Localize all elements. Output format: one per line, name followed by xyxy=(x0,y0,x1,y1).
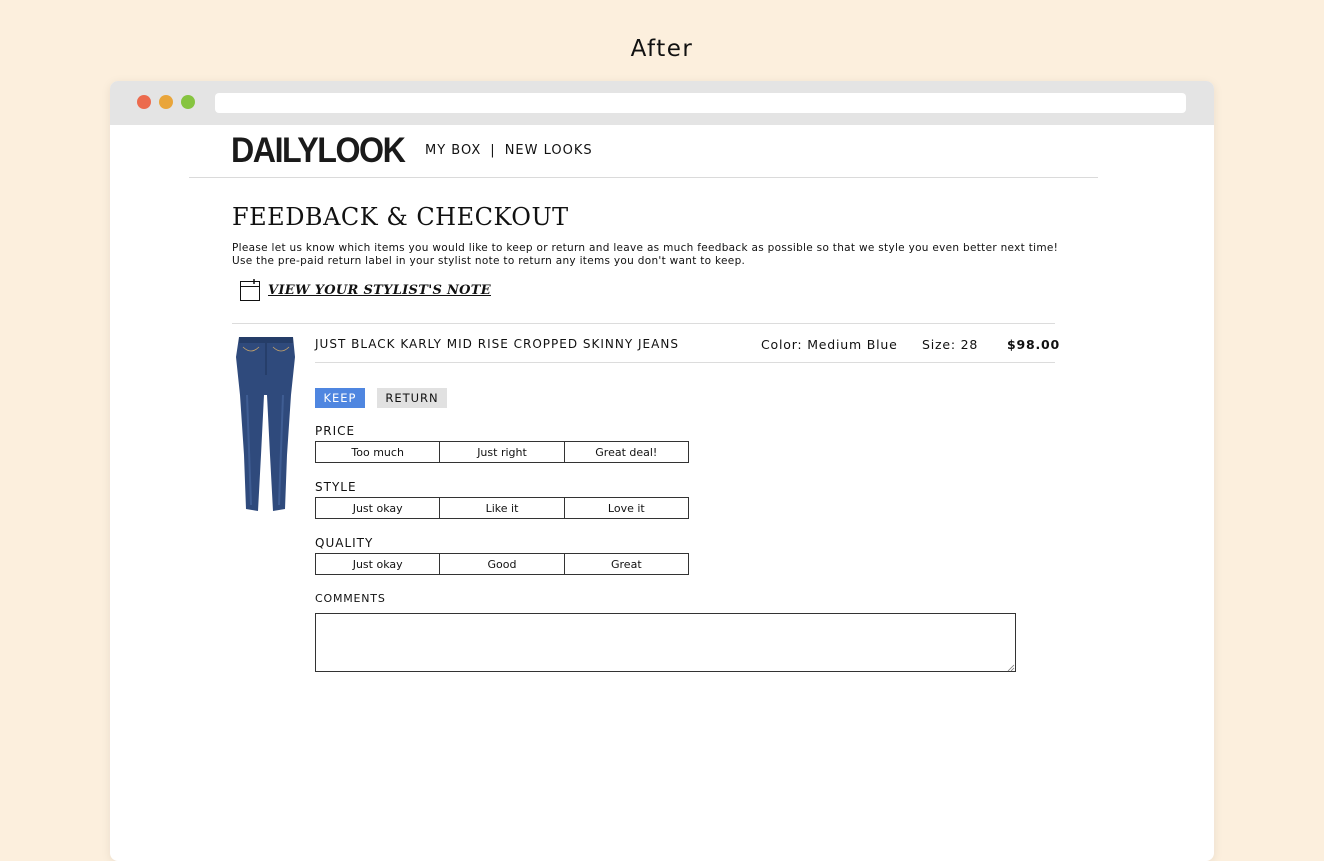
item-header-divider xyxy=(315,362,1055,363)
address-bar[interactable] xyxy=(215,93,1186,113)
style-label: STYLE xyxy=(315,480,357,494)
jeans-image xyxy=(236,337,295,511)
browser-chrome xyxy=(110,81,1214,125)
minimize-dot-icon[interactable] xyxy=(159,95,173,109)
main-nav: MY BOX | NEW LOOKS xyxy=(425,143,593,158)
price-option-just-right[interactable]: Just right xyxy=(440,442,565,462)
stylist-note-link[interactable]: VIEW YOUR STYLIST'S NOTE xyxy=(240,279,491,301)
stylist-note-label: VIEW YOUR STYLIST'S NOTE xyxy=(268,282,491,298)
style-option-just-okay[interactable]: Just okay xyxy=(316,498,441,518)
quality-label: QUALITY xyxy=(315,536,374,550)
caption: After xyxy=(630,36,694,62)
nav-separator: | xyxy=(490,143,496,158)
price-option-great-deal[interactable]: Great deal! xyxy=(565,442,688,462)
quality-option-just-okay[interactable]: Just okay xyxy=(316,554,441,574)
browser-window: DAILYLOOK MY BOX | NEW LOOKS FEEDBACK & … xyxy=(110,81,1214,861)
price-options: Too much Just right Great deal! xyxy=(315,441,689,463)
comments-field[interactable] xyxy=(315,613,1016,672)
style-option-like-it[interactable]: Like it xyxy=(440,498,565,518)
quality-options: Just okay Good Great xyxy=(315,553,689,575)
item-name: JUST BLACK KARLY MID RISE CROPPED SKINNY… xyxy=(315,337,679,351)
item-size: Size: 28 xyxy=(922,337,979,352)
header-divider xyxy=(189,177,1098,178)
price-option-too-much[interactable]: Too much xyxy=(316,442,441,462)
page-title: FEEDBACK & CHECKOUT xyxy=(232,203,569,231)
price-label: PRICE xyxy=(315,424,356,438)
maximize-dot-icon[interactable] xyxy=(181,95,195,109)
style-option-love-it[interactable]: Love it xyxy=(565,498,688,518)
nav-new-looks[interactable]: NEW LOOKS xyxy=(505,143,593,158)
quality-option-great[interactable]: Great xyxy=(565,554,688,574)
note-icon xyxy=(240,279,260,301)
item-color: Color: Medium Blue xyxy=(761,337,898,352)
return-button[interactable]: RETURN xyxy=(377,388,447,408)
nav-my-box[interactable]: MY BOX xyxy=(425,143,481,158)
item-top-divider xyxy=(232,323,1055,324)
item-price: $98.00 xyxy=(1007,337,1061,352)
intro-text: Please let us know which items you would… xyxy=(232,242,1059,267)
quality-option-good[interactable]: Good xyxy=(440,554,565,574)
comments-label: COMMENTS xyxy=(315,592,386,605)
keep-button[interactable]: KEEP xyxy=(315,388,365,408)
resize-grip-icon[interactable] xyxy=(1007,664,1015,672)
close-dot-icon[interactable] xyxy=(137,95,151,109)
logo[interactable]: DAILYLOOK xyxy=(231,131,406,171)
style-options: Just okay Like it Love it xyxy=(315,497,689,519)
